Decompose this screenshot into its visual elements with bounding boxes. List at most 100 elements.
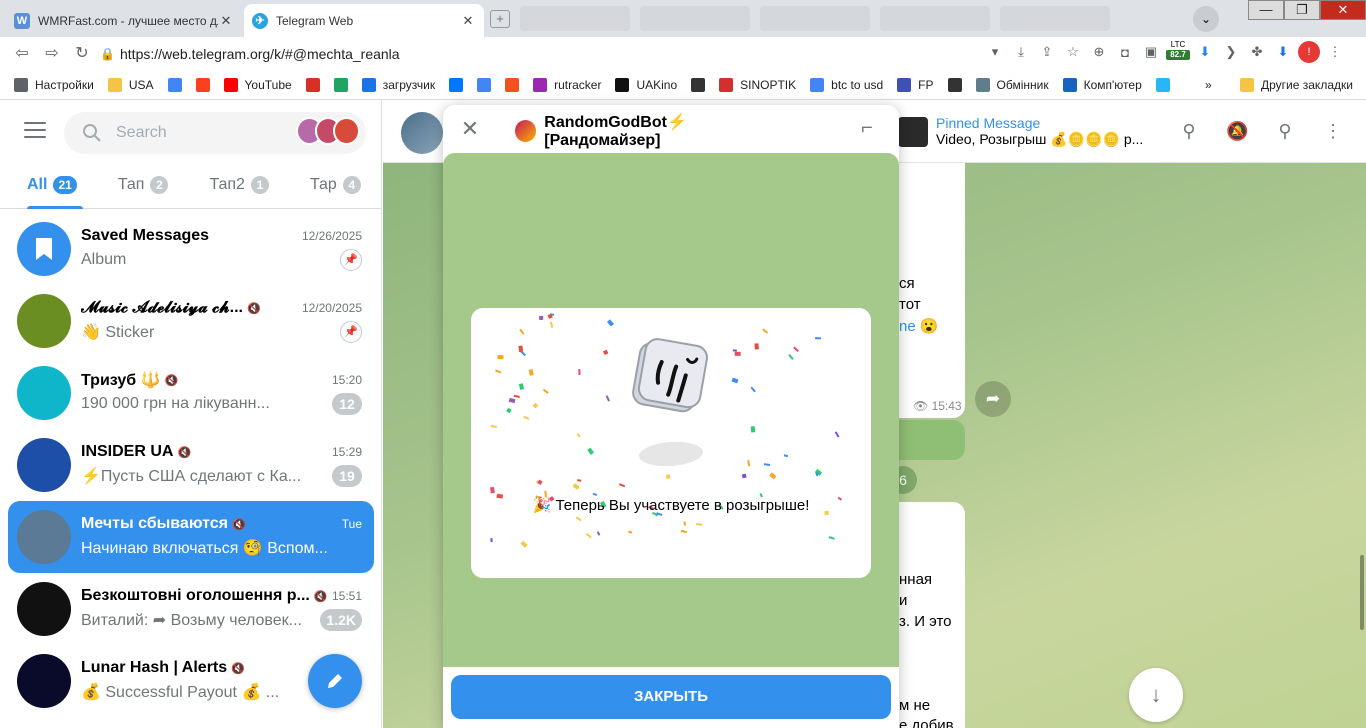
confetti-piece — [741, 473, 747, 479]
bookmark-label: btc to usd — [831, 78, 884, 92]
tab-close-icon[interactable]: ✕ — [218, 13, 234, 29]
search-input[interactable]: Search — [64, 112, 366, 154]
download-ext-icon[interactable]: ⬇ — [1194, 41, 1216, 63]
chat-list-item[interactable]: Saved Messages 12/26/2025 Album 📌 — [8, 213, 374, 285]
tab-search-button[interactable]: ⌄ — [1193, 6, 1219, 32]
bookmark-item[interactable]: Комп'ютер — [1062, 78, 1142, 92]
tab-folder[interactable]: Тап2 1 — [182, 164, 283, 206]
bookmark-item[interactable]: SINOPTIK — [719, 78, 796, 92]
tab-close-icon[interactable]: ✕ — [460, 13, 476, 29]
close-icon[interactable]: ✕ — [457, 117, 483, 143]
tab-folder[interactable]: All 21 — [0, 164, 91, 209]
chat-list-item[interactable]: Мечты сбываются 🔇 Tue Начинаю включаться 🧐 … — [8, 501, 374, 573]
menu-dots-icon[interactable]: ⋮ — [1324, 41, 1346, 63]
mute-bell-icon[interactable]: 🔕 — [1226, 120, 1248, 142]
maximize-button[interactable]: ❐ — [1284, 0, 1320, 20]
folder-label: Тап2 — [209, 176, 245, 193]
message-link[interactable]: ne 😮 — [899, 317, 939, 335]
chat-avatar[interactable] — [401, 112, 443, 154]
confetti-piece — [585, 532, 592, 539]
minimize-icon[interactable]: ⌐ — [855, 117, 879, 141]
chat-last-message: ⚡Пусть США сделают с Ка... — [81, 468, 302, 485]
ublock-icon[interactable]: ◘ — [1114, 41, 1136, 63]
chat-list-item[interactable]: INSIDER UA 🔇 15:29 ⚡Пусть США сделают с Ка.… — [8, 429, 374, 501]
bookmark-item[interactable]: btc to usd — [810, 78, 883, 92]
reload-icon[interactable]: ↻ — [70, 42, 94, 66]
bookmark-item[interactable] — [449, 78, 464, 92]
chat-list-item[interactable]: Безкоштовні оголошення р... 🔇 15:51 Виталий… — [8, 573, 374, 645]
bookmark-item[interactable] — [305, 78, 320, 92]
chat-avatar — [17, 222, 71, 276]
bookmark-item[interactable] — [195, 78, 210, 92]
bookmark-item[interactable]: Настройки — [14, 78, 94, 92]
bot-avatar — [515, 120, 537, 142]
bookmark-item[interactable] — [505, 78, 520, 92]
minimize-button[interactable]: — — [1248, 0, 1284, 20]
inline-button[interactable] — [893, 420, 965, 460]
bookmark-item[interactable] — [1155, 78, 1170, 92]
bookmark-item[interactable]: USA — [107, 78, 154, 92]
compose-button[interactable] — [308, 654, 362, 708]
bookmark-item[interactable]: Обмінник — [975, 78, 1049, 92]
forward-arrow-icon[interactable]: ⇨ — [40, 42, 64, 66]
puzzle-icon[interactable]: ✤ — [1246, 41, 1268, 63]
bookmark-item[interactable]: загрузчик — [361, 78, 435, 92]
scrollbar[interactable] — [1360, 555, 1364, 630]
chat-list-item[interactable]: 𝓜𝓾𝓼𝓲𝓬 𝓐𝓭𝓮𝓵𝓲𝓼𝓲𝔂𝓪 𝓬𝓱... 🔇 12/20/2025 👋 Sticke… — [8, 285, 374, 357]
more-dots-icon[interactable]: ⋮ — [1322, 120, 1344, 142]
message-text: нная — [899, 571, 933, 588]
stories-avatars[interactable] — [296, 117, 361, 149]
folder-count-badge: 2 — [150, 176, 169, 194]
browser-tab-telegram[interactable]: ✈ Telegram Web ✕ — [244, 4, 484, 37]
scroll-down-button[interactable]: ↓ — [1129, 668, 1183, 722]
message-text: тот — [899, 296, 921, 313]
other-bookmarks[interactable]: Другие закладки — [1240, 78, 1353, 92]
tab-folder[interactable]: Тар 4 — [283, 164, 375, 206]
folder-label: Тап — [117, 176, 145, 193]
bookmark-item[interactable] — [333, 78, 348, 92]
message-text: ся — [899, 275, 915, 292]
bookmark-item[interactable] — [167, 78, 182, 92]
bookmark-item[interactable] — [477, 78, 492, 92]
install-app-icon[interactable]: ⤓ — [1010, 41, 1032, 63]
message-time: 👁 15:43 — [913, 399, 962, 413]
globe-icon[interactable]: ⊕ — [1088, 41, 1110, 63]
profile-avatar[interactable]: ! — [1298, 41, 1320, 63]
bookmark-star-icon[interactable]: ☆ — [1062, 41, 1084, 63]
briefcase-icon[interactable]: ▣ — [1140, 41, 1162, 63]
webapp-tab[interactable]: RandomGodBot⚡ [Рандомайзер] — [499, 109, 799, 153]
search-icon[interactable]: ⚲ — [1274, 120, 1296, 142]
pin-list-icon[interactable]: ⚲ — [1178, 120, 1200, 142]
share-icon[interactable]: ⇪ — [1036, 41, 1058, 63]
message-text: и — [899, 592, 908, 609]
browser-tab-wmrfast[interactable]: W WMRFast.com - лучшее место для ✕ — [6, 4, 242, 37]
bookmark-item[interactable] — [691, 78, 706, 92]
tab-folder[interactable]: Тап 2 — [91, 164, 183, 206]
terminal-icon[interactable]: ❯ — [1220, 41, 1242, 63]
dropdown-arrow-icon[interactable]: ▾ — [984, 41, 1006, 63]
forward-arrow-icon[interactable]: ➦ — [975, 381, 1011, 417]
folder-count-badge: 1 — [250, 176, 269, 194]
new-tab-button[interactable]: + — [490, 10, 510, 28]
close-window-button[interactable]: ✕ — [1320, 0, 1366, 20]
ltc-price-extension[interactable]: LTC 82.7 — [1166, 40, 1190, 64]
pinned-message[interactable]: Pinned Message Video, Розыгрыш 💰🪙🪙🪙 р... — [898, 115, 1143, 148]
muted-icon: 🔇 — [247, 302, 261, 315]
bookmark-item[interactable]: UAKino — [615, 78, 677, 92]
confetti-piece — [828, 536, 835, 540]
hamburger-menu-icon[interactable] — [24, 122, 46, 138]
chat-list-item[interactable]: Тризуб 🔱 🔇 15:20 190 000 грн на лікуванн...… — [8, 357, 374, 429]
bookmark-item[interactable] — [947, 78, 962, 92]
bookmarks-more-button[interactable]: » — [1205, 78, 1212, 92]
bookmark-item[interactable]: rutracker — [533, 78, 601, 92]
confetti-piece — [754, 343, 759, 350]
downloads-icon[interactable]: ⬇ — [1272, 41, 1294, 63]
google-icon — [167, 78, 182, 92]
bookmark-item[interactable]: YouTube — [223, 78, 292, 92]
folder-label: Тар — [309, 176, 337, 193]
close-button[interactable]: ЗАКРЫТЬ — [451, 675, 891, 719]
url-bar[interactable]: 🔒 https://web.telegram.org/k/#@mechta_re… — [100, 41, 1000, 67]
bookmark-item[interactable]: FP — [897, 78, 934, 92]
back-arrow-icon[interactable]: ⇦ — [10, 42, 34, 66]
confetti-piece — [578, 369, 581, 376]
